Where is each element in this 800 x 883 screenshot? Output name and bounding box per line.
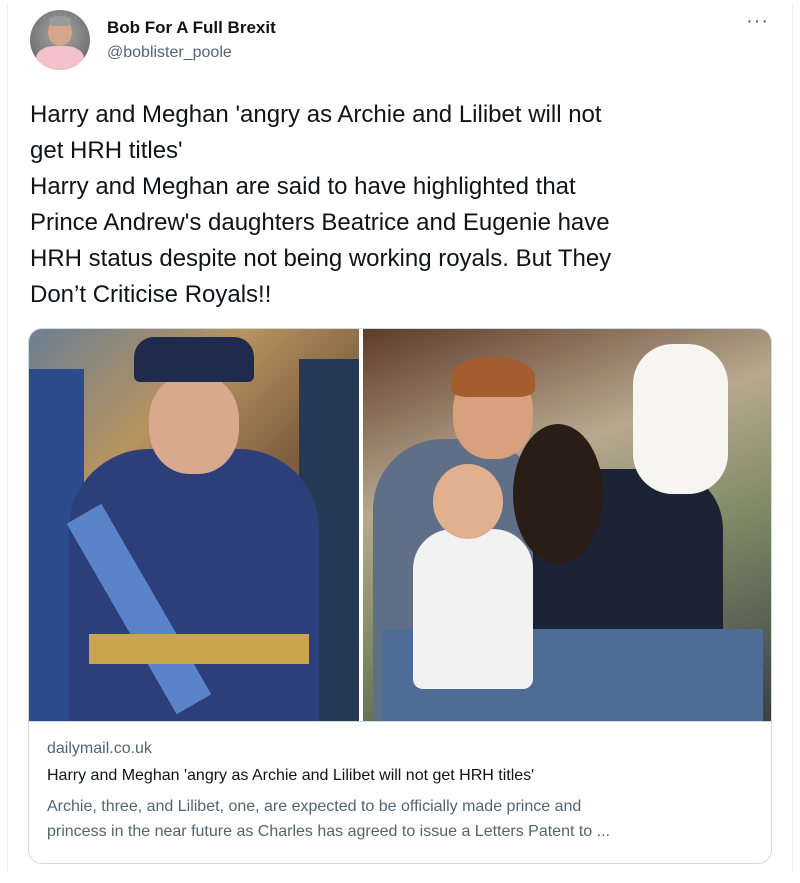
avatar-shirt	[36, 46, 84, 70]
avatar[interactable]	[30, 10, 90, 70]
tweet-text-line: HRH status despite not being working roy…	[30, 245, 612, 272]
photo-child	[413, 529, 533, 689]
link-description-line: princess in the near future as Charles h…	[47, 823, 610, 840]
more-options-icon[interactable]: ···	[746, 11, 769, 31]
link-description-line: Archie, three, and Lilibet, one, are exp…	[47, 798, 582, 815]
photo-baby	[633, 344, 728, 494]
tweet-text-line: Prince Andrew's daughters Beatrice and E…	[30, 209, 610, 236]
avatar-hair	[49, 16, 71, 26]
link-domain: dailymail.co.uk	[47, 740, 152, 757]
tweet-text-line: Don’t Criticise Royals!!	[30, 281, 272, 308]
link-card-images[interactable]	[29, 329, 771, 721]
tweet-text: Harry and Meghan 'angry as Archie and Li…	[30, 97, 780, 313]
photo-face	[149, 374, 239, 474]
author-handle[interactable]: @boblister_poole	[107, 44, 232, 62]
tweet-text-line: Harry and Meghan are said to have highli…	[30, 173, 576, 200]
photo-child-head	[433, 464, 503, 539]
link-card-footer[interactable]: dailymail.co.uk Harry and Meghan 'angry …	[29, 721, 771, 863]
tweet-text-line: get HRH titles'	[30, 137, 183, 164]
photo-hair	[513, 424, 603, 564]
photo-cap	[134, 337, 254, 382]
tweet-text-line: Harry and Meghan 'angry as Archie and Li…	[30, 101, 602, 128]
tweet-container: Bob For A Full Brexit @boblister_poole ·…	[7, 4, 793, 874]
link-description: Archie, three, and Lilibet, one, are exp…	[47, 794, 757, 844]
family-photo[interactable]	[363, 329, 771, 721]
link-preview-card[interactable]: dailymail.co.uk Harry and Meghan 'angry …	[28, 328, 772, 864]
link-title: Harry and Meghan 'angry as Archie and Li…	[47, 767, 535, 784]
author-display-name[interactable]: Bob For A Full Brexit	[107, 18, 276, 38]
photo-hair	[451, 357, 535, 397]
photo-belt	[89, 634, 309, 664]
military-uniform-photo[interactable]	[29, 329, 359, 721]
